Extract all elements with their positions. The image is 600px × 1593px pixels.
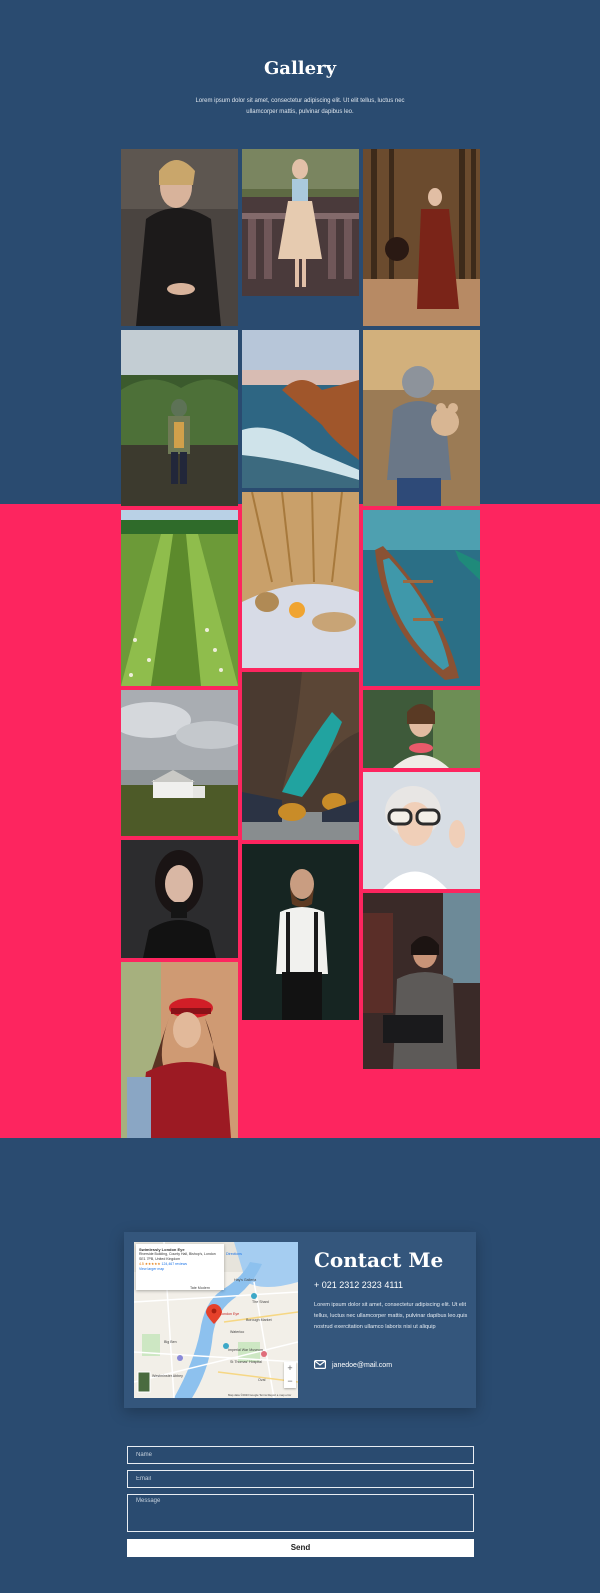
map-label: The Shard xyxy=(252,1300,269,1304)
photo-woman-typewriter[interactable] xyxy=(363,893,480,1069)
contact-title: Contact Me xyxy=(314,1248,444,1272)
contact-email[interactable]: janedoe@mail.com xyxy=(314,1360,392,1371)
photo-woman-hat-forest[interactable] xyxy=(363,149,480,326)
photo-child-teddy-bear[interactable] xyxy=(363,330,480,506)
map-label: Tate Modern xyxy=(190,1286,210,1290)
photo-woman-dark-turtleneck[interactable] xyxy=(121,840,238,958)
map-label: Big Ben xyxy=(164,1340,177,1344)
contact-card: Swimlessly London Eye Riverside Building… xyxy=(124,1232,476,1408)
photo-white-farmhouse[interactable] xyxy=(121,690,238,836)
envelope-icon xyxy=(314,1360,327,1371)
photo-green-meadow[interactable] xyxy=(121,510,238,686)
contact-email-text: janedoe@mail.com xyxy=(332,1362,393,1369)
email-field[interactable] xyxy=(127,1470,474,1488)
contact-phone: + 021 2312 2323 4111 xyxy=(314,1280,404,1290)
map-label: Waterloo xyxy=(230,1330,245,1334)
map-info-panel: Swimlessly London Eye Riverside Building… xyxy=(136,1244,224,1290)
map-footer: Map data ©2023 Google Terms Report a map… xyxy=(228,1393,292,1397)
photo-bearded-man-suspenders[interactable] xyxy=(242,844,359,1020)
photo-woman-skirt-balcony[interactable] xyxy=(242,149,359,296)
photo-woman-red-cap[interactable] xyxy=(121,962,238,1138)
map-label: Hay's Galleria xyxy=(234,1278,257,1282)
photo-woman-white-sunglasses[interactable] xyxy=(363,772,480,889)
send-button[interactable]: Send xyxy=(127,1539,474,1557)
zoom-in-icon[interactable]: + xyxy=(284,1362,296,1375)
photo-coastal-cliffs[interactable] xyxy=(242,330,359,488)
photo-wooden-boats[interactable] xyxy=(363,510,480,686)
embedded-map[interactable]: Swimlessly London Eye Riverside Building… xyxy=(134,1242,298,1398)
map-view-larger-link[interactable]: View larger map xyxy=(139,1267,221,1272)
map-address: Riverside Building, County Hall, Bishop'… xyxy=(139,1252,216,1261)
photo-picnic-wheat-field[interactable] xyxy=(242,492,359,668)
map-zoom-control[interactable]: + − xyxy=(284,1362,296,1388)
map-reviews-link[interactable]: 124,467 reviews xyxy=(162,1262,188,1266)
map-label: Imperial War Museum xyxy=(228,1348,264,1352)
gallery-title: Gallery xyxy=(263,58,337,79)
message-field[interactable] xyxy=(127,1494,474,1532)
photo-woman-headphones[interactable] xyxy=(363,690,480,768)
name-field[interactable] xyxy=(127,1446,474,1464)
map-label: Oval xyxy=(258,1378,266,1382)
contact-text: Lorem ipsum dolor sit amet, consectetur … xyxy=(314,1302,468,1330)
map-directions-link[interactable]: Directions xyxy=(226,1252,242,1256)
photo-woman-black-coat[interactable] xyxy=(121,149,238,326)
map-label: St Thomas' Hospital xyxy=(230,1360,262,1364)
photo-boots-over-river[interactable] xyxy=(242,672,359,840)
gallery-subtitle: Lorem ipsum dolor sit amet, consectetur … xyxy=(195,98,405,115)
map-rating: 4.5 ★★★★★ xyxy=(139,1262,161,1266)
zoom-out-icon[interactable]: − xyxy=(284,1375,296,1388)
map-label: Borough Market xyxy=(246,1318,272,1322)
map-label: London Eye xyxy=(220,1312,240,1316)
map-label: Westminster Abbey xyxy=(152,1374,183,1378)
photo-man-green-bushes[interactable] xyxy=(121,330,238,506)
